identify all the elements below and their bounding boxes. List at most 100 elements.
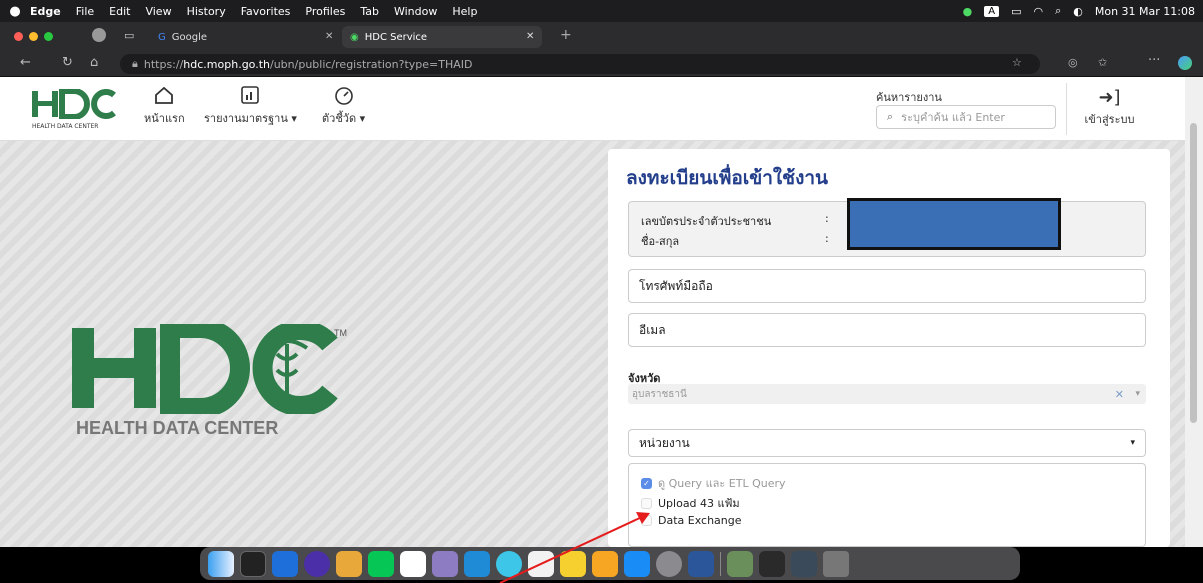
email-placeholder: อีเมล bbox=[639, 322, 666, 337]
menu-tab[interactable]: Tab bbox=[360, 5, 379, 18]
more-menu-icon[interactable]: ··· bbox=[1148, 53, 1160, 68]
trash-icon[interactable] bbox=[823, 550, 849, 577]
checkbox-upload-43[interactable]: Upload 43 แฟ้ม bbox=[641, 494, 740, 512]
clear-x-icon[interactable]: ✕ bbox=[1115, 388, 1124, 401]
menu-view[interactable]: View bbox=[145, 5, 171, 18]
checkbox-checked-icon: ✓ bbox=[641, 477, 652, 489]
new-tab-icon[interactable]: + bbox=[560, 27, 572, 43]
back-icon[interactable]: ← bbox=[20, 55, 31, 70]
caret-down-icon: ▾ bbox=[1135, 389, 1140, 399]
url-host: hdc.moph.go.th bbox=[183, 57, 270, 71]
hdc-logo-mark-icon bbox=[32, 88, 116, 120]
reminders-icon[interactable] bbox=[528, 550, 554, 577]
email-field[interactable]: อีเมล bbox=[628, 313, 1146, 347]
apple-icon[interactable]: ● bbox=[0, 4, 30, 19]
menu-window[interactable]: Window bbox=[394, 5, 437, 18]
tab-label: Google bbox=[171, 31, 208, 43]
notes-icon[interactable] bbox=[560, 550, 586, 577]
hdc-logo[interactable]: HEALTH DATA CENTER bbox=[32, 88, 122, 133]
vscode-icon[interactable] bbox=[272, 550, 298, 577]
refresh-icon[interactable]: ↻ bbox=[62, 55, 73, 70]
finder-icon[interactable] bbox=[208, 550, 234, 577]
nav-reports[interactable]: รายงานมาตรฐาน ▾ bbox=[204, 85, 297, 127]
app-store-icon[interactable] bbox=[624, 550, 650, 577]
copilot-icon[interactable] bbox=[1178, 56, 1192, 70]
word-icon[interactable] bbox=[688, 550, 714, 577]
home-icon[interactable]: ⌂ bbox=[90, 55, 98, 70]
nav-reports-label: รายงานมาตรฐาน bbox=[204, 112, 288, 125]
province-value: อุบลราชธานี bbox=[632, 388, 687, 400]
profile-icon[interactable] bbox=[92, 28, 106, 42]
menu-profiles[interactable]: Profiles bbox=[305, 5, 345, 18]
phone-field[interactable]: โทรศัพท์มือถือ bbox=[628, 269, 1146, 303]
id-colon: : bbox=[825, 212, 829, 225]
menu-favorites[interactable]: Favorites bbox=[241, 5, 291, 18]
hdc-big-logo: TM HEALTH DATA CENTER bbox=[72, 318, 352, 494]
chrome-icon[interactable] bbox=[496, 550, 522, 577]
favorite-star-icon[interactable]: ☆ bbox=[1012, 56, 1022, 69]
menu-file[interactable]: File bbox=[76, 5, 94, 18]
settings-icon[interactable] bbox=[656, 550, 682, 577]
nav-home[interactable]: หน้าแรก bbox=[144, 85, 185, 127]
unit-placeholder: หน่วยงาน bbox=[639, 435, 690, 450]
report-search-input[interactable]: ⌕ ระบุคำค้น แล้ว Enter bbox=[876, 105, 1056, 129]
nav-indicators[interactable]: ตัวชี้วัด ▾ bbox=[322, 85, 365, 127]
screenshot-thumbnail-icon[interactable] bbox=[791, 550, 817, 577]
web-page: HEALTH DATA CENTER หน้าแรก รายงานมาตรฐาน… bbox=[0, 77, 1203, 547]
tab-google[interactable]: G Google bbox=[150, 26, 335, 48]
dock-divider bbox=[720, 551, 721, 576]
search-report-label: ค้นหารายงาน bbox=[876, 91, 942, 104]
login-label: เข้าสู่ระบบ bbox=[1084, 113, 1135, 126]
clock[interactable]: Mon 31 Mar 11:08 bbox=[1095, 5, 1195, 18]
zoom-window-button[interactable] bbox=[44, 32, 53, 41]
pages-icon[interactable] bbox=[592, 550, 618, 577]
favorites-bar-icon[interactable]: ✩ bbox=[1098, 56, 1107, 69]
window-thumbnail-icon[interactable] bbox=[759, 550, 785, 577]
big-logo-caption: HEALTH DATA CENTER bbox=[76, 418, 279, 438]
menu-history[interactable]: History bbox=[187, 5, 226, 18]
google-icon: G bbox=[158, 31, 166, 43]
line-app-icon[interactable] bbox=[368, 550, 394, 577]
line-icon[interactable]: ● bbox=[963, 5, 973, 18]
launchpad-icon[interactable] bbox=[432, 550, 458, 577]
search-icon: ⌕ bbox=[887, 110, 894, 123]
province-select[interactable]: อุบลราชธานี ✕ ▾ bbox=[628, 384, 1146, 404]
caret-down-icon: ▾ bbox=[291, 112, 297, 125]
unit-select[interactable]: หน่วยงาน ▾ bbox=[628, 429, 1146, 457]
wifi-icon[interactable]: ◠ bbox=[1033, 5, 1043, 18]
page-scrollbar[interactable] bbox=[1185, 77, 1203, 547]
minimize-window-button[interactable] bbox=[29, 32, 38, 41]
close-tab-icon[interactable]: ✕ bbox=[526, 31, 534, 42]
eclipse-icon[interactable] bbox=[304, 550, 330, 577]
input-source-badge[interactable]: A bbox=[984, 5, 1000, 17]
chatgpt-icon[interactable] bbox=[400, 550, 426, 577]
extensions-icon[interactable]: ◎ bbox=[1068, 56, 1078, 69]
close-window-button[interactable] bbox=[14, 32, 23, 41]
close-tab-icon[interactable]: ✕ bbox=[325, 31, 333, 42]
menu-help[interactable]: Help bbox=[452, 5, 477, 18]
checkbox-view-query[interactable]: ✓ ดู Query และ ETL Query bbox=[641, 474, 786, 492]
menu-edit[interactable]: Edit bbox=[109, 5, 130, 18]
battery-icon[interactable]: ▭ bbox=[1011, 5, 1021, 18]
tab-actions-icon[interactable]: ▭ bbox=[124, 29, 134, 42]
scrollbar-thumb[interactable] bbox=[1190, 123, 1197, 423]
colorful-app-icon[interactable] bbox=[336, 550, 362, 577]
terminal-icon[interactable] bbox=[240, 550, 266, 577]
address-bar-row: ← ↻ ⌂ 🔒︎ https://hdc.moph.go.th/ubn/publ… bbox=[0, 51, 1203, 77]
edge-icon[interactable] bbox=[464, 550, 490, 577]
url-field[interactable]: 🔒︎ https://hdc.moph.go.th/ubn/public/reg… bbox=[120, 54, 1040, 74]
checkbox-label: Data Exchange bbox=[658, 514, 742, 527]
document-thumbnail-icon[interactable] bbox=[727, 550, 753, 577]
checkbox-data-exchange[interactable]: Data Exchange bbox=[641, 514, 742, 527]
house-icon bbox=[155, 86, 174, 104]
form-title: ลงทะเบียนเพื่อเข้าใช้งาน bbox=[626, 167, 829, 189]
tab-hdc-service[interactable]: ◉ HDC Service bbox=[342, 26, 542, 48]
control-center-icon[interactable]: ◐ bbox=[1073, 5, 1083, 18]
hdc-favicon-icon: ◉ bbox=[350, 31, 359, 43]
login-button[interactable]: ➜] เข้าสู่ระบบ bbox=[1066, 83, 1152, 135]
search-icon[interactable]: ⌕ bbox=[1055, 4, 1061, 18]
checkbox-label: ดู Query และ ETL Query bbox=[658, 477, 786, 490]
redaction-box bbox=[847, 198, 1061, 250]
caret-down-icon: ▾ bbox=[1130, 438, 1135, 448]
menu-app[interactable]: Edge bbox=[30, 5, 61, 18]
